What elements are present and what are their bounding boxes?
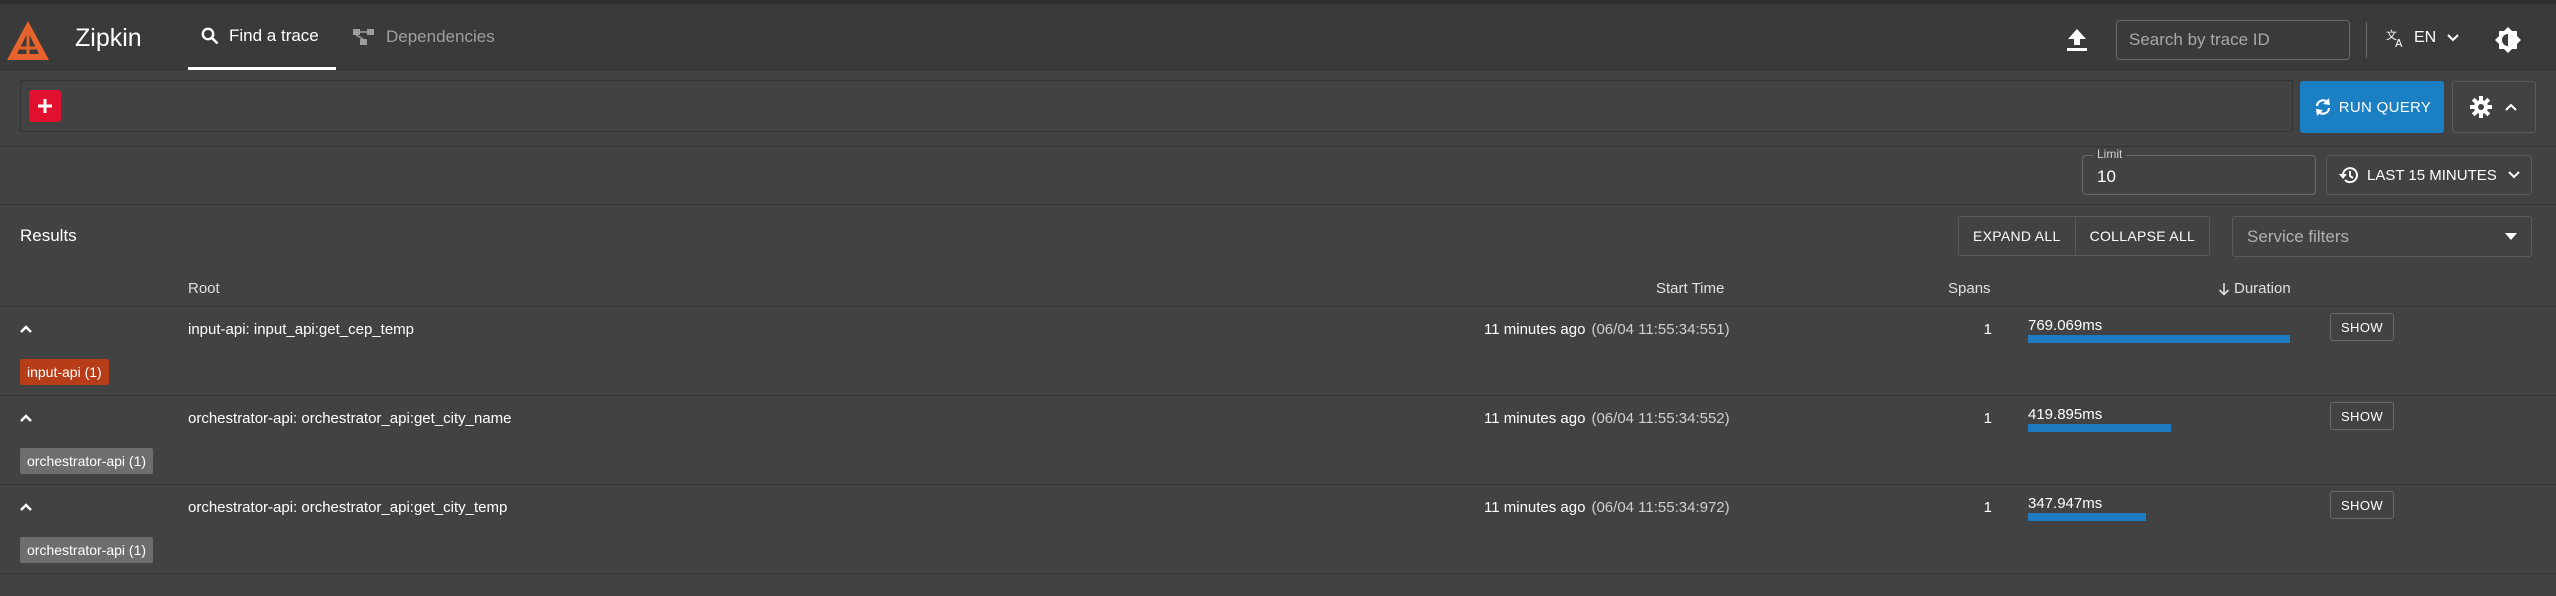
plus-icon xyxy=(38,99,52,113)
trace-duration: 419.895ms xyxy=(2028,406,2103,423)
chevron-up-icon[interactable] xyxy=(18,412,34,424)
dependencies-icon xyxy=(353,29,374,45)
run-query-button[interactable]: RUN QUERY xyxy=(2300,81,2444,133)
trace-root-name: orchestrator-api: orchestrator_api:get_c… xyxy=(188,499,508,516)
run-query-label: RUN QUERY xyxy=(2338,98,2432,116)
time-range-button[interactable]: LAST 15 MINUTES xyxy=(2326,155,2532,195)
svg-text:A: A xyxy=(2395,37,2403,48)
expand-collapse-group: EXPAND ALL COLLAPSE ALL xyxy=(1958,216,2211,256)
tab-dependencies[interactable]: Dependencies xyxy=(350,4,495,70)
chevron-down-icon xyxy=(2447,34,2459,42)
duration-bar xyxy=(2028,335,2290,343)
chevron-up-icon[interactable] xyxy=(18,501,34,513)
expand-all-button[interactable]: EXPAND ALL xyxy=(1959,217,2075,255)
query-settings-button[interactable] xyxy=(2452,81,2536,133)
tab-find-a-trace[interactable]: Find a trace xyxy=(188,4,336,70)
service-filter-placeholder: Service filters xyxy=(2247,226,2350,246)
query-options-row: Limit 10 LAST 15 MINUTES xyxy=(0,147,2556,205)
trace-id-search-input[interactable] xyxy=(2116,20,2350,60)
service-badge: input-api (1) xyxy=(20,359,109,385)
column-header-spans[interactable]: Spans xyxy=(1948,280,1991,297)
history-icon xyxy=(2339,167,2358,184)
column-header-start-time[interactable]: Start Time xyxy=(1656,280,1724,297)
tab-dependencies-label: Dependencies xyxy=(386,27,495,46)
refresh-icon xyxy=(2315,98,2330,116)
trace-start-time: 11 minutes ago (06/04 11:55:34:551) xyxy=(1484,321,1730,338)
query-criteria-field[interactable] xyxy=(20,80,2293,132)
service-badge: orchestrator-api (1) xyxy=(20,537,154,563)
query-bar: RUN QUERY xyxy=(0,71,2556,147)
tab-find-a-trace-label: Find a trace xyxy=(229,25,319,45)
time-range-label: LAST 15 MINUTES xyxy=(2367,166,2497,184)
trace-absolute-time: (06/04 11:55:34:552) xyxy=(1591,410,1730,427)
column-header-duration-label: Duration xyxy=(2234,280,2291,297)
trace-relative-time: 11 minutes ago xyxy=(1484,321,1586,338)
theme-toggle-icon[interactable] xyxy=(2494,26,2522,54)
trace-relative-time: 11 minutes ago xyxy=(1484,499,1586,516)
language-label: EN xyxy=(2414,29,2437,46)
trace-span-count: 1 xyxy=(1983,499,1992,516)
trace-absolute-time: (06/04 11:55:34:972) xyxy=(1591,499,1730,516)
collapse-all-button[interactable]: COLLAPSE ALL xyxy=(2074,217,2210,255)
show-trace-button[interactable]: SHOW xyxy=(2330,402,2394,430)
show-trace-button[interactable]: SHOW xyxy=(2330,491,2394,519)
trace-duration: 347.947ms xyxy=(2028,495,2103,512)
limit-input[interactable]: Limit 10 xyxy=(2082,147,2316,195)
limit-label: Limit xyxy=(2093,147,2127,161)
show-trace-button[interactable]: SHOW xyxy=(2330,313,2394,341)
results-title: Results xyxy=(20,226,77,245)
trace-span-count: 1 xyxy=(1983,321,1992,338)
trace-root-name: orchestrator-api: orchestrator_api:get_c… xyxy=(188,410,512,427)
column-header-root[interactable]: Root xyxy=(188,280,220,297)
gear-icon xyxy=(2470,96,2492,118)
trace-duration: 769.069ms xyxy=(2028,317,2103,334)
limit-value[interactable]: 10 xyxy=(2097,167,2116,187)
zipkin-logo-icon[interactable] xyxy=(4,18,52,64)
chevron-up-icon[interactable] xyxy=(18,323,34,335)
dropdown-caret-icon xyxy=(2505,233,2517,240)
table-row[interactable]: input-api: input_api:get_cep_temp 11 min… xyxy=(0,307,2556,396)
header-divider xyxy=(2366,22,2367,58)
column-header-duration[interactable]: Duration xyxy=(2218,280,2291,297)
duration-bar xyxy=(2028,513,2146,521)
chevron-down-icon xyxy=(2508,171,2520,179)
add-criteria-button[interactable] xyxy=(29,90,61,122)
trace-root-name: input-api: input_api:get_cep_temp xyxy=(188,321,414,338)
language-selector[interactable]: 文 A EN xyxy=(2386,28,2468,48)
duration-bar xyxy=(2028,424,2171,432)
trace-start-time: 11 minutes ago (06/04 11:55:34:552) xyxy=(1484,410,1730,427)
service-badge: orchestrator-api (1) xyxy=(20,448,154,474)
app-name[interactable]: Zipkin xyxy=(75,24,142,53)
trace-relative-time: 11 minutes ago xyxy=(1484,410,1586,427)
sort-descending-icon xyxy=(2218,282,2230,296)
search-icon xyxy=(201,27,219,44)
app-header: Zipkin Find a trace Dependencies 文 A EN xyxy=(0,0,2556,70)
trace-start-time: 11 minutes ago (06/04 11:55:34:972) xyxy=(1484,499,1730,516)
trace-span-count: 1 xyxy=(1983,410,1992,427)
upload-icon[interactable] xyxy=(2062,26,2092,54)
service-filter-select[interactable]: Service filters xyxy=(2232,216,2532,257)
table-row[interactable]: orchestrator-api: orchestrator_api:get_c… xyxy=(0,485,2556,574)
table-row[interactable]: orchestrator-api: orchestrator_api:get_c… xyxy=(0,396,2556,485)
chevron-up-icon xyxy=(2505,103,2517,111)
trace-absolute-time: (06/04 11:55:34:551) xyxy=(1591,321,1730,338)
translate-icon: 文 A xyxy=(2386,28,2403,48)
